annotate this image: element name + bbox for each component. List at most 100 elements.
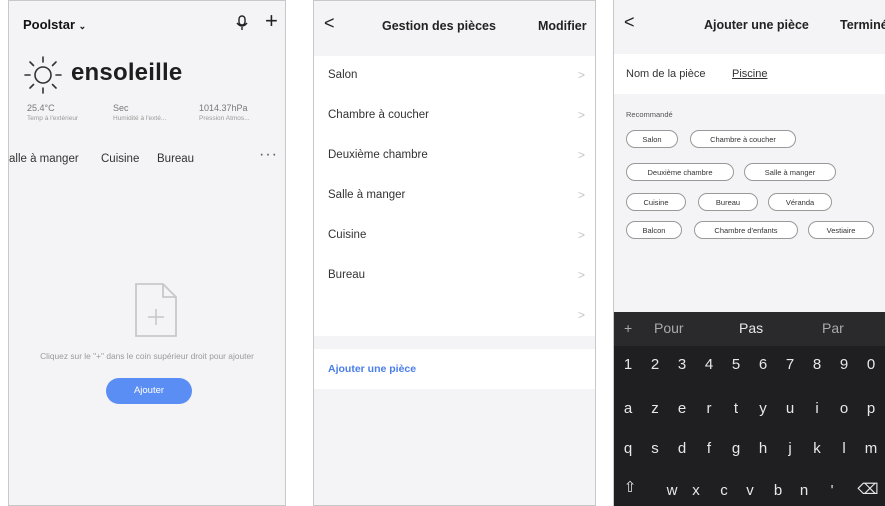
room-name-input[interactable]: Piscine <box>732 68 767 80</box>
suggestion-item[interactable]: Pour <box>654 320 684 336</box>
key[interactable]: f <box>695 440 723 457</box>
edit-button[interactable]: Modifier <box>538 19 587 33</box>
chip-deuxieme-chambre[interactable]: Deuxième chambre <box>626 163 734 181</box>
key[interactable]: 8 <box>803 356 831 373</box>
chip-bureau[interactable]: Bureau <box>698 193 758 211</box>
suggestion-item[interactable]: Par <box>822 320 844 336</box>
key[interactable]: r <box>695 400 723 417</box>
microphone-icon[interactable] <box>235 15 249 31</box>
key[interactable]: l <box>830 440 858 457</box>
room-label: Bureau <box>328 269 366 281</box>
stat-value: 25.4°C <box>27 103 55 113</box>
key[interactable]: 7 <box>776 356 804 373</box>
key[interactable]: 5 <box>722 356 750 373</box>
list-item[interactable]: Cuisine > <box>314 216 595 256</box>
key[interactable]: d <box>668 440 696 457</box>
chevron-right-icon: > <box>577 108 585 122</box>
key[interactable]: n <box>790 482 818 499</box>
tab-salle-a-manger[interactable]: alle à manger <box>9 153 79 165</box>
chevron-right-icon: > <box>577 308 585 322</box>
key[interactable]: j <box>776 440 804 457</box>
done-button[interactable]: Terminé <box>840 18 885 32</box>
suggestion-plus[interactable]: + <box>624 320 632 336</box>
list-item[interactable]: Deuxième chambre > <box>314 136 595 176</box>
chip-chambre-a-coucher[interactable]: Chambre à coucher <box>690 130 796 148</box>
list-item[interactable]: > <box>314 296 595 336</box>
chip-cuisine[interactable]: Cuisine <box>626 193 686 211</box>
stat-label: Humidité à l'exté... <box>113 115 167 122</box>
shift-key[interactable]: ⇧ <box>616 478 644 496</box>
key[interactable]: v <box>736 482 764 499</box>
suggestion-bar: + Pour Pas Par <box>614 312 885 346</box>
key[interactable]: g <box>722 440 750 457</box>
room-name-field[interactable]: Nom de la pièce Piscine <box>614 54 885 94</box>
more-icon[interactable]: ··· <box>259 146 278 164</box>
stat-value: Sec <box>113 103 129 113</box>
room-name-label: Nom de la pièce <box>626 68 706 80</box>
pressure-stat: 1014.37hPa Pression Atmos... <box>199 103 250 122</box>
temperature-stat: 25.4°C Temp à l'extérieur <box>27 103 78 122</box>
key[interactable]: t <box>722 400 750 417</box>
add-room-screen: < Ajouter une pièce Terminé Nom de la pi… <box>613 0 885 506</box>
list-item[interactable]: Salon > <box>314 56 595 96</box>
humidity-stat: Sec Humidité à l'exté... <box>113 103 166 122</box>
room-list: Salon > Chambre à coucher > Deuxième chamb… <box>314 56 595 336</box>
chevron-down-icon: ⌄ <box>78 21 87 31</box>
stat-label: Temp à l'extérieur <box>27 115 79 122</box>
chevron-right-icon: > <box>577 188 585 202</box>
room-label: Chambre à coucher <box>328 109 429 121</box>
chip-veranda[interactable]: Véranda <box>768 193 832 211</box>
suggestion-item[interactable]: Pas <box>739 320 763 336</box>
key[interactable]: h <box>749 440 777 457</box>
room-label: Salon <box>328 69 358 81</box>
add-button[interactable]: Ajouter <box>106 378 192 404</box>
key[interactable]: 9 <box>830 356 858 373</box>
list-item[interactable]: Salle à manger > <box>314 176 595 216</box>
home-name: Poolstar <box>23 17 76 32</box>
key[interactable]: 0 <box>857 356 885 373</box>
chip-balcon[interactable]: Balcon <box>626 221 682 239</box>
home-selector[interactable]: Poolstar ⌄ <box>23 17 86 32</box>
key[interactable]: 1 <box>614 356 642 373</box>
list-item[interactable]: Bureau > <box>314 256 595 296</box>
chip-salon[interactable]: Salon <box>626 130 678 148</box>
add-room-link[interactable]: Ajouter une pièce <box>314 349 595 389</box>
key[interactable]: 4 <box>695 356 723 373</box>
tab-cuisine[interactable]: Cuisine <box>101 153 139 165</box>
chip-salle-a-manger[interactable]: Salle à manger <box>744 163 836 181</box>
key[interactable]: a <box>614 400 642 417</box>
key[interactable]: s <box>641 440 669 457</box>
add-file-icon <box>135 283 177 337</box>
key[interactable]: i <box>803 400 831 417</box>
chevron-right-icon: > <box>577 228 585 242</box>
tab-bureau[interactable]: Bureau <box>157 153 194 165</box>
key[interactable]: 6 <box>749 356 777 373</box>
key[interactable]: q <box>614 440 642 457</box>
stat-value: 1014.37hPa <box>199 103 248 113</box>
back-icon[interactable]: < <box>324 13 335 34</box>
key[interactable]: z <box>641 400 669 417</box>
key[interactable]: b <box>764 482 792 499</box>
backspace-key[interactable]: ⌫ <box>854 480 882 498</box>
room-label: Cuisine <box>328 229 367 241</box>
list-item[interactable]: Chambre à coucher > <box>314 96 595 136</box>
chevron-right-icon: > <box>577 148 585 162</box>
key[interactable]: p <box>857 400 885 417</box>
key[interactable]: x <box>682 482 710 499</box>
key[interactable]: m <box>857 440 885 457</box>
add-icon[interactable]: + <box>265 10 278 32</box>
back-icon[interactable]: < <box>624 12 635 33</box>
nav-bar: < Gestion des pièces Modifier <box>314 1 595 49</box>
key[interactable]: 2 <box>641 356 669 373</box>
key[interactable]: e <box>668 400 696 417</box>
chip-chambre-d-enfants[interactable]: Chambre d'enfants <box>694 221 798 239</box>
key[interactable]: o <box>830 400 858 417</box>
key[interactable]: k <box>803 440 831 457</box>
key[interactable]: u <box>776 400 804 417</box>
key[interactable]: y <box>749 400 777 417</box>
key[interactable]: 3 <box>668 356 696 373</box>
recommended-label: Recommandé <box>626 110 673 119</box>
key[interactable]: c <box>710 482 738 499</box>
chip-vestiaire[interactable]: Vestiaire <box>808 221 874 239</box>
key[interactable]: ' <box>818 482 846 499</box>
